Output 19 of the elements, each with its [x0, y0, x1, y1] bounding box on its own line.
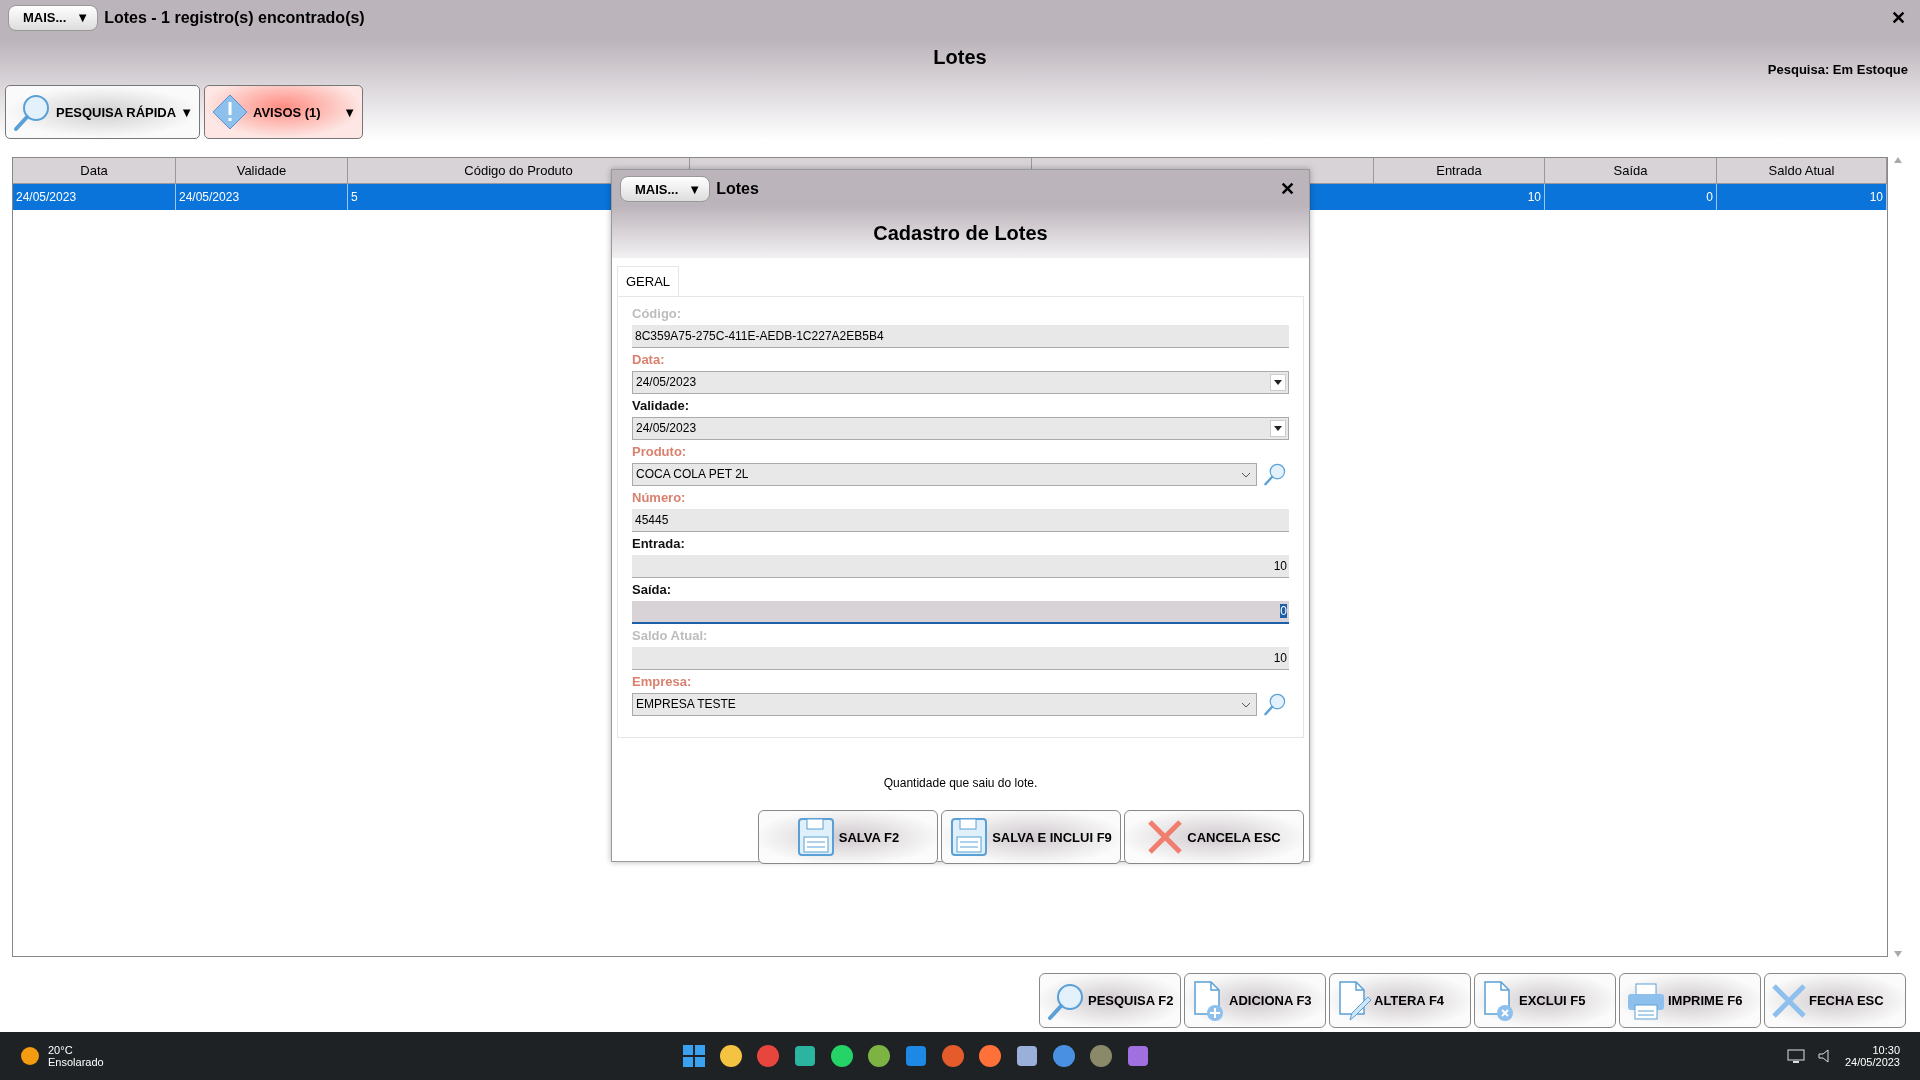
field-label: Saída: [632, 582, 672, 599]
field-label: Código: [632, 306, 683, 323]
field-label: Validade: [632, 398, 691, 415]
field-label: Produto: [632, 444, 688, 461]
temperature-label: 20°C [48, 1044, 74, 1056]
field-label: Entrada: [632, 536, 686, 553]
search-mode-label: Pesquisa: Em Estoque [1767, 62, 1908, 77]
field-label: Número: [632, 490, 687, 507]
weather-label: Ensolarado [48, 1056, 104, 1068]
hint-text: Quantidade que saiu do lote. [883, 776, 1038, 790]
window-title: Lotes - 1 registro(s) encontrado(s) [104, 8, 365, 27]
field-label: Saldo Atual: [632, 628, 709, 645]
page-heading: Lotes [933, 45, 987, 69]
field-label: Empresa: [632, 674, 693, 691]
dialog-heading: Cadastro de Lotes [873, 221, 1048, 245]
caret-icon: ▼ [76, 10, 90, 26]
field-label: Data: [632, 352, 666, 369]
caret-icon: ▼ [688, 181, 702, 197]
dialog-title: Lotes [716, 180, 759, 198]
